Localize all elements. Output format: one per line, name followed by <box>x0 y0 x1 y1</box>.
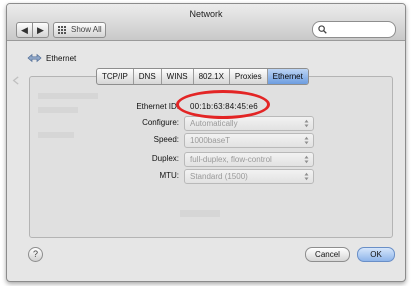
duplex-value: full-duplex, flow-control <box>190 155 272 164</box>
duplex-popup[interactable]: full-duplex, flow-control <box>184 152 314 167</box>
tab-dns[interactable]: DNS <box>134 69 162 84</box>
updown-arrows-icon <box>304 136 309 145</box>
tab-ethernet[interactable]: Ethernet <box>267 69 308 84</box>
updown-arrows-icon <box>304 172 309 181</box>
tab-bar: TCP/IP DNS WINS 802.1X Proxies Ethernet <box>96 68 309 85</box>
configure-value: Automatically <box>190 119 238 128</box>
ghost-row <box>38 93 98 99</box>
search-field[interactable] <box>312 21 396 38</box>
tab-wins[interactable]: WINS <box>162 69 194 84</box>
ethernet-id-label: Ethernet ID: <box>136 102 179 111</box>
help-button[interactable]: ? <box>28 247 43 262</box>
speed-value: 1000baseT <box>190 136 231 145</box>
updown-arrows-icon <box>304 155 309 164</box>
mtu-value: Standard (1500) <box>190 172 248 181</box>
tab-tcpip[interactable]: TCP/IP <box>97 69 134 84</box>
mtu-label: MTU: <box>159 171 179 180</box>
faded-arrow-icon <box>12 76 19 85</box>
tab-proxies[interactable]: Proxies <box>230 69 268 84</box>
speed-popup[interactable]: 1000baseT <box>184 133 314 148</box>
forward-arrow-icon: ▶ <box>37 25 44 35</box>
speed-label: Speed: <box>153 135 179 144</box>
mtu-popup[interactable]: Standard (1500) <box>184 169 314 184</box>
show-all-button[interactable]: Show All <box>53 22 106 38</box>
ghost-row <box>180 210 220 217</box>
forward-button[interactable]: ▶ <box>32 22 49 38</box>
help-icon: ? <box>32 249 38 259</box>
updown-arrows-icon <box>304 119 309 128</box>
search-icon <box>318 25 327 34</box>
ethernet-arrows-icon <box>27 53 42 63</box>
cancel-button[interactable]: Cancel <box>305 247 350 262</box>
highlight-oval <box>176 90 270 119</box>
tab-8021x[interactable]: 802.1X <box>194 69 230 84</box>
service-name: Ethernet <box>46 54 77 63</box>
configure-label: Configure: <box>142 118 179 127</box>
title-bar: Network ◀ ▶ Show All <box>7 4 405 41</box>
duplex-label: Duplex: <box>151 154 179 163</box>
ok-button[interactable]: OK <box>357 247 395 262</box>
grid-icon <box>58 26 67 34</box>
show-all-label: Show All <box>71 25 102 34</box>
back-arrow-icon: ◀ <box>21 25 28 35</box>
configure-popup[interactable]: Automatically <box>184 116 314 131</box>
window-title: Network <box>189 9 223 19</box>
back-button[interactable]: ◀ <box>16 22 33 38</box>
network-preferences-window: Network ◀ ▶ Show All Ethernet TCP/IP DNS… <box>6 3 406 282</box>
